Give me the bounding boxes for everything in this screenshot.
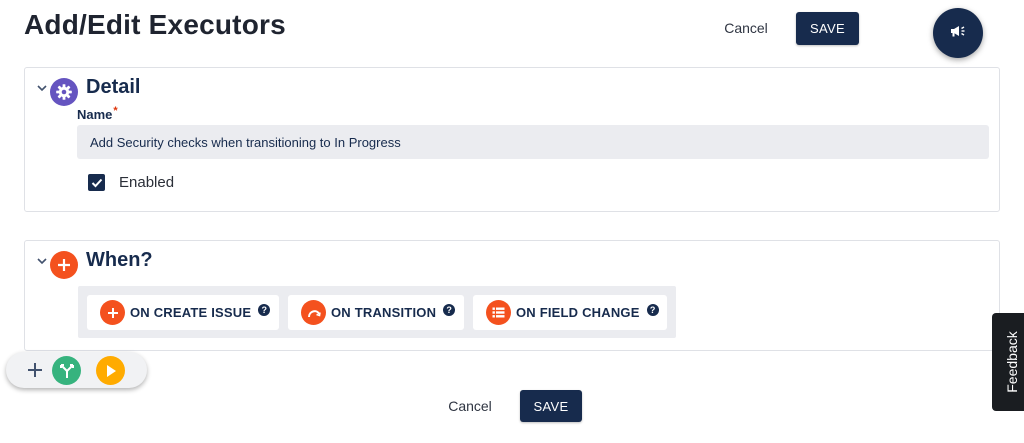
- feedback-label: Feedback: [1004, 331, 1020, 393]
- on-create-issue-button[interactable]: ON CREATE ISSUE ?: [87, 295, 279, 330]
- when-section-title: When?: [86, 249, 153, 271]
- list-icon: [486, 300, 511, 325]
- announcement-button[interactable]: [933, 8, 983, 58]
- feedback-tab[interactable]: Feedback: [992, 313, 1024, 411]
- executor-editor-page: Add/Edit Executors Cancel SAVE Detail Na…: [0, 0, 1024, 443]
- gear-icon: [50, 78, 78, 106]
- enabled-checkbox[interactable]: [88, 174, 105, 191]
- page-title: Add/Edit Executors: [24, 9, 286, 40]
- name-input[interactable]: [77, 125, 989, 159]
- footer-cancel-button[interactable]: Cancel: [436, 394, 504, 418]
- trigger-options: ON CREATE ISSUE ? ON TRANSITION ? ON FIE…: [78, 286, 676, 338]
- trigger-label: ON TRANSITION: [331, 305, 437, 320]
- trigger-label: ON CREATE ISSUE: [130, 305, 252, 320]
- megaphone-icon: [949, 24, 967, 43]
- on-field-change-button[interactable]: ON FIELD CHANGE ?: [473, 295, 667, 330]
- help-icon[interactable]: ?: [646, 303, 659, 316]
- help-icon[interactable]: ?: [443, 303, 456, 316]
- footer-save-button[interactable]: SAVE: [520, 390, 582, 422]
- name-field-label: Name*: [77, 105, 118, 122]
- help-icon[interactable]: ?: [258, 303, 271, 316]
- cancel-button[interactable]: Cancel: [712, 16, 780, 40]
- detail-section-title: Detail: [86, 76, 141, 98]
- detail-panel: Detail Name* Enabled: [24, 67, 1000, 212]
- plus-icon[interactable]: [25, 360, 45, 380]
- required-marker: *: [113, 105, 118, 117]
- chevron-down-icon[interactable]: [35, 81, 49, 95]
- plus-circle-icon: [50, 251, 78, 279]
- play-icon[interactable]: [96, 356, 125, 385]
- on-transition-button[interactable]: ON TRANSITION ?: [288, 295, 464, 330]
- name-label-text: Name: [77, 107, 113, 122]
- plus-icon: [100, 300, 125, 325]
- curved-arrow-icon: [301, 300, 326, 325]
- branch-icon[interactable]: [52, 356, 81, 385]
- floating-toolbar: [6, 352, 147, 388]
- chevron-down-icon[interactable]: [35, 254, 49, 268]
- trigger-label: ON FIELD CHANGE: [516, 305, 640, 320]
- when-panel: When? ON CREATE ISSUE ? ON TRANSITION ?: [24, 240, 1000, 351]
- enabled-label: Enabled: [119, 174, 175, 191]
- save-button[interactable]: SAVE: [796, 12, 859, 45]
